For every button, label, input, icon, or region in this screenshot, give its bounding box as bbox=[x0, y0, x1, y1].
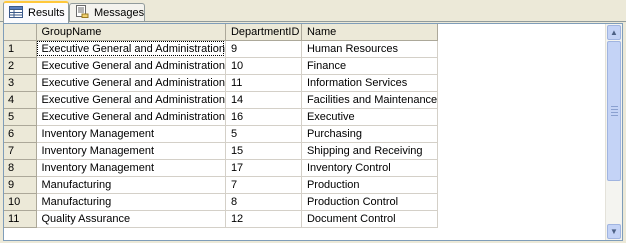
cell-name[interactable]: Purchasing bbox=[301, 125, 439, 143]
table-row[interactable]: 8 Inventory Management 17 Inventory Control bbox=[4, 159, 439, 177]
cell-groupname[interactable]: Manufacturing bbox=[36, 176, 226, 194]
chevron-down-icon: ▼ bbox=[610, 227, 618, 236]
row-number[interactable]: 6 bbox=[4, 125, 37, 143]
scroll-down-button[interactable]: ▼ bbox=[607, 224, 621, 239]
cell-name[interactable]: Information Services bbox=[301, 74, 439, 92]
row-number[interactable]: 2 bbox=[4, 57, 37, 75]
cell-groupname[interactable]: Executive General and Administration bbox=[36, 57, 226, 75]
cell-departmentid[interactable]: 14 bbox=[225, 91, 302, 109]
cell-departmentid[interactable]: 17 bbox=[225, 159, 302, 177]
cell-departmentid[interactable]: 10 bbox=[225, 57, 302, 75]
row-number[interactable]: 1 bbox=[4, 40, 37, 58]
cell-groupname[interactable]: Executive General and Administration bbox=[36, 74, 226, 92]
cell-departmentid[interactable]: 16 bbox=[225, 108, 302, 126]
cell-name[interactable]: Executive bbox=[301, 108, 439, 126]
tab-results-label: Results bbox=[28, 7, 65, 19]
tab-divider bbox=[0, 21, 626, 22]
cell-name[interactable]: Inventory Control bbox=[301, 159, 439, 177]
cell-name[interactable]: Production Control bbox=[301, 193, 439, 211]
table-row[interactable]: 4 Executive General and Administration 14 F… bbox=[4, 91, 439, 109]
cell-name[interactable]: Finance bbox=[301, 57, 439, 75]
tab-results[interactable]: Results bbox=[3, 1, 69, 23]
cell-name[interactable]: Document Control bbox=[301, 210, 439, 228]
table-row[interactable]: 3 Executive General and Administration 11 I… bbox=[4, 74, 439, 92]
column-header-name[interactable]: Name bbox=[301, 24, 439, 41]
results-table: GroupName DepartmentID Name 1 Executive G… bbox=[4, 24, 439, 228]
row-number[interactable]: 3 bbox=[4, 74, 37, 92]
tab-messages[interactable]: Messages bbox=[69, 3, 145, 22]
cell-name[interactable]: Shipping and Receiving bbox=[301, 142, 439, 160]
table-row[interactable]: 9 Manufacturing 7 Production bbox=[4, 176, 439, 194]
header-row: GroupName DepartmentID Name bbox=[4, 24, 439, 41]
cell-departmentid[interactable]: 7 bbox=[225, 176, 302, 194]
scroll-thumb[interactable] bbox=[607, 41, 621, 181]
cell-groupname[interactable]: Executive General and Administration bbox=[36, 40, 226, 58]
table-row[interactable]: 2 Executive General and Administration 10 F… bbox=[4, 57, 439, 75]
table-row[interactable]: 11 Quality Assurance 12 Document Control bbox=[4, 210, 439, 228]
column-header-departmentid[interactable]: DepartmentID bbox=[225, 24, 302, 41]
cell-departmentid[interactable]: 12 bbox=[225, 210, 302, 228]
row-number[interactable]: 11 bbox=[4, 210, 37, 228]
row-number[interactable]: 8 bbox=[4, 159, 37, 177]
row-number[interactable]: 9 bbox=[4, 176, 37, 194]
row-number[interactable]: 10 bbox=[4, 193, 37, 211]
corner-cell[interactable] bbox=[4, 24, 37, 41]
row-number[interactable]: 5 bbox=[4, 108, 37, 126]
scroll-up-button[interactable]: ▲ bbox=[607, 25, 621, 40]
results-grid[interactable]: GroupName DepartmentID Name 1 Executive G… bbox=[3, 23, 623, 241]
cell-groupname[interactable]: Executive General and Administration bbox=[36, 108, 226, 126]
chevron-up-icon: ▲ bbox=[610, 28, 618, 37]
table-row[interactable]: 1 Executive General and Administration 9 Hu… bbox=[4, 40, 439, 58]
vertical-scrollbar[interactable]: ▲ ▼ bbox=[605, 24, 622, 240]
result-tabs: Results Messages bbox=[0, 0, 626, 23]
cell-groupname[interactable]: Executive General and Administration bbox=[36, 91, 226, 109]
document-icon bbox=[75, 5, 89, 21]
cell-name[interactable]: Facilities and Maintenance bbox=[301, 91, 439, 109]
cell-name[interactable]: Production bbox=[301, 176, 439, 194]
grid-icon bbox=[9, 5, 23, 21]
table-row[interactable]: 6 Inventory Management 5 Purchasing bbox=[4, 125, 439, 143]
cell-name[interactable]: Human Resources bbox=[301, 40, 439, 58]
cell-departmentid[interactable]: 9 bbox=[225, 40, 302, 58]
column-header-groupname[interactable]: GroupName bbox=[36, 24, 226, 41]
cell-departmentid[interactable]: 11 bbox=[225, 74, 302, 92]
cell-groupname[interactable]: Quality Assurance bbox=[36, 210, 226, 228]
table-row[interactable]: 7 Inventory Management 15 Shipping and Rece… bbox=[4, 142, 439, 160]
table-row[interactable]: 5 Executive General and Administration 16 E… bbox=[4, 108, 439, 126]
row-number[interactable]: 4 bbox=[4, 91, 37, 109]
table-row[interactable]: 10 Manufacturing 8 Production Control bbox=[4, 193, 439, 211]
cell-groupname[interactable]: Inventory Management bbox=[36, 142, 226, 160]
cell-departmentid[interactable]: 8 bbox=[225, 193, 302, 211]
row-number[interactable]: 7 bbox=[4, 142, 37, 160]
cell-departmentid[interactable]: 5 bbox=[225, 125, 302, 143]
cell-groupname[interactable]: Inventory Management bbox=[36, 125, 226, 143]
tab-messages-label: Messages bbox=[94, 7, 145, 19]
cell-groupname[interactable]: Manufacturing bbox=[36, 193, 226, 211]
cell-groupname[interactable]: Inventory Management bbox=[36, 159, 226, 177]
cell-departmentid[interactable]: 15 bbox=[225, 142, 302, 160]
